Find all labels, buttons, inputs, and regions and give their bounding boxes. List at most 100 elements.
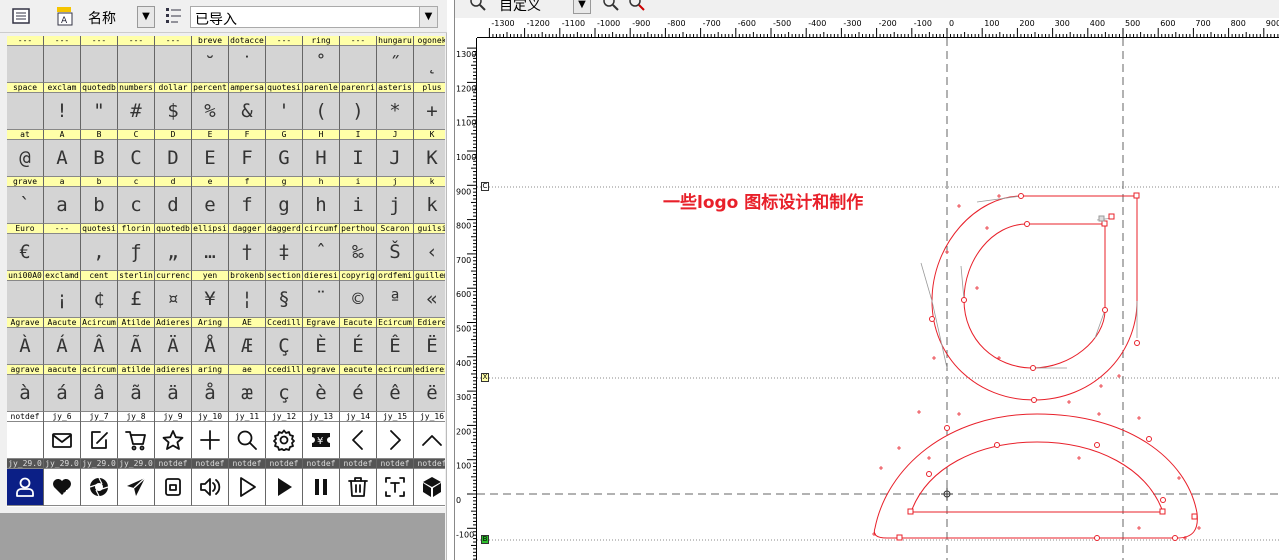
glyph-cell[interactable]: --- — [118, 36, 155, 83]
glyph-cell[interactable]: ii — [340, 177, 377, 224]
glyph-cell[interactable]: ring ˚ — [303, 36, 340, 83]
glyph-cell[interactable]: numbers # — [118, 83, 155, 130]
glyph-cell[interactable]: uni00A0 — [7, 271, 44, 318]
glyph-cell[interactable]: Aring Å — [192, 318, 229, 365]
glyph-cell[interactable]: cc — [118, 177, 155, 224]
glyph-cell[interactable]: jy_10 — [192, 412, 229, 459]
glyph-cell[interactable]: CC — [118, 130, 155, 177]
glyph-cell[interactable]: notdef — [192, 459, 229, 506]
glyph-cell[interactable]: dotacce ˙ — [229, 36, 266, 83]
glyph-cell[interactable]: notdef — [340, 459, 377, 506]
glyph-cell[interactable]: Ediere Ë — [414, 318, 445, 365]
glyph-cell[interactable]: exclamd ¡ — [44, 271, 81, 318]
glyph-cell[interactable]: sterlin £ — [118, 271, 155, 318]
glyph-cell[interactable]: Euro € — [7, 224, 44, 271]
glyph-cell[interactable]: jy_13 ¥ — [303, 412, 340, 459]
glyph-cell[interactable]: quotedb " — [81, 83, 118, 130]
glyph-cell[interactable]: jy_29.0 — [44, 459, 81, 506]
glyph-cell[interactable]: gg — [266, 177, 303, 224]
glyph-cell[interactable]: atilde ã — [118, 365, 155, 412]
glyph-cell[interactable]: jy_8 — [118, 412, 155, 459]
glyph-cell[interactable]: AE Æ — [229, 318, 266, 365]
glyph-cell[interactable]: KK — [414, 130, 445, 177]
zoom-in-icon[interactable] — [601, 0, 621, 12]
glyph-cell[interactable]: dieresi ¨ — [303, 271, 340, 318]
glyph-cell[interactable]: edieresë — [414, 365, 445, 412]
glyph-cell[interactable]: Ccedill Ç — [266, 318, 303, 365]
glyph-cell[interactable]: Agrave À — [7, 318, 44, 365]
glyph-cell[interactable]: notdef — [229, 459, 266, 506]
glyph-cell[interactable]: plus + — [414, 83, 445, 130]
glyph-cell[interactable]: jy_29.0 — [7, 459, 44, 506]
glyph-cell[interactable]: ae æ — [229, 365, 266, 412]
glyph-cell[interactable]: EE — [192, 130, 229, 177]
glyph-cell[interactable]: Adieres Ä — [155, 318, 192, 365]
glyph-cell[interactable]: Egrave È — [303, 318, 340, 365]
glyph-cell[interactable]: notdef — [155, 459, 192, 506]
glyph-cell[interactable]: AA — [44, 130, 81, 177]
glyph-cell[interactable]: ellipsi… — [192, 224, 229, 271]
glyph-cell[interactable]: quotesi ‚ — [81, 224, 118, 271]
glyph-cell[interactable]: notdef — [7, 412, 44, 459]
glyph-cell[interactable]: jy_9 — [155, 412, 192, 459]
glyph-cell[interactable]: kk — [414, 177, 445, 224]
glyph-cell[interactable]: acircum â — [81, 365, 118, 412]
zoom-select-value[interactable]: 自定义 — [499, 0, 541, 15]
glyph-cell[interactable]: agrave à — [7, 365, 44, 412]
glyph-cell[interactable]: cent ¢ — [81, 271, 118, 318]
glyph-cell[interactable]: percent% — [192, 83, 229, 130]
glyph-cell[interactable]: jy_29.0 — [118, 459, 155, 506]
descender-marker[interactable]: B — [481, 535, 489, 544]
glyph-cell[interactable]: hungaru ˝ — [377, 36, 414, 83]
glyph-cell[interactable]: FF — [229, 130, 266, 177]
glyph-cell[interactable]: parenle( — [303, 83, 340, 130]
glyph-cell[interactable]: breve ˘ — [192, 36, 229, 83]
glyph-cell[interactable]: jj — [377, 177, 414, 224]
glyph-cell[interactable]: ampersa & — [229, 83, 266, 130]
glyph-cell[interactable]: jy_6 — [44, 412, 81, 459]
glyph-cell[interactable]: brokenb ¦ — [229, 271, 266, 318]
glyph-cell[interactable]: Atilde Ã — [118, 318, 155, 365]
glyph-cell[interactable]: --- — [44, 36, 81, 83]
filter-select[interactable]: 已导入 ▼ — [190, 6, 438, 28]
glyph-cell[interactable]: jy_16 — [414, 412, 445, 459]
glyph-cell[interactable]: yen ¥ — [192, 271, 229, 318]
glyph-cell[interactable]: ecircum ê — [377, 365, 414, 412]
glyph-cell[interactable]: space — [7, 83, 44, 130]
search-icon[interactable] — [469, 0, 487, 12]
glyph-cell[interactable]: dollar $ — [155, 83, 192, 130]
glyph-cell[interactable]: BB — [81, 130, 118, 177]
glyph-cell[interactable]: jy_29.0 — [81, 459, 118, 506]
glyph-cell[interactable]: quotedb „ — [155, 224, 192, 271]
glyph-cell[interactable]: section § — [266, 271, 303, 318]
glyph-cell[interactable]: notdef — [414, 459, 445, 506]
glyph-cell[interactable]: jy_11 — [229, 412, 266, 459]
glyph-cell[interactable]: Acircum Â — [81, 318, 118, 365]
glyph-cell[interactable]: ccedill ç — [266, 365, 303, 412]
glyph-cell[interactable]: eacute é — [340, 365, 377, 412]
glyph-cell[interactable]: jy_15 — [377, 412, 414, 459]
panel-view-icon[interactable] — [10, 5, 32, 27]
glyph-cell[interactable]: daggerd ‡ — [266, 224, 303, 271]
glyph-cell[interactable]: perthou ‰ — [340, 224, 377, 271]
glyph-cell[interactable]: JJ — [377, 130, 414, 177]
glyph-cell[interactable]: GG — [266, 130, 303, 177]
glyph-cell[interactable]: --- — [266, 36, 303, 83]
glyph-cell[interactable]: --- — [81, 36, 118, 83]
glyph-cell[interactable]: guillem« — [414, 271, 445, 318]
glyph-cell[interactable]: adieres ä — [155, 365, 192, 412]
filter-list-icon[interactable] — [163, 5, 185, 27]
x-height-marker[interactable]: X — [481, 373, 489, 382]
glyph-cell[interactable]: Scaron Š — [377, 224, 414, 271]
glyph-cell[interactable]: notdef — [266, 459, 303, 506]
glyph-cell[interactable]: hh — [303, 177, 340, 224]
glyph-cell[interactable]: --- — [7, 36, 44, 83]
glyph-cell[interactable]: bb — [81, 177, 118, 224]
glyph-cell[interactable]: HH — [303, 130, 340, 177]
glyph-cell[interactable]: jy_12 — [266, 412, 303, 459]
glyph-cell[interactable]: parenri) — [340, 83, 377, 130]
zoom-out-icon[interactable] — [627, 0, 647, 12]
glyph-cell[interactable]: egrave è — [303, 365, 340, 412]
glyph-cell[interactable]: ordfemi ª — [377, 271, 414, 318]
glyph-cell[interactable]: Eacute É — [340, 318, 377, 365]
